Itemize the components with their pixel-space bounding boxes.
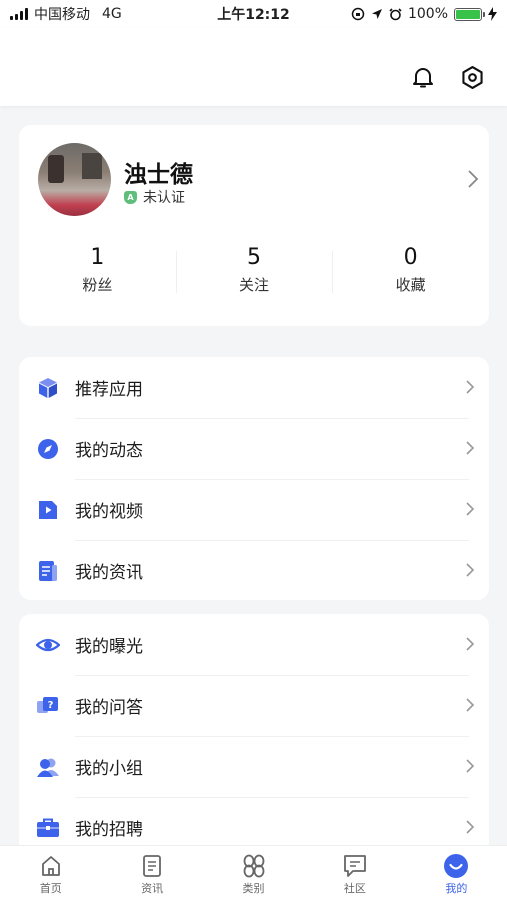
alarm-icon — [389, 7, 402, 20]
chevron-right-icon — [466, 637, 475, 651]
chat-icon — [342, 853, 368, 879]
menu-item-my-groups[interactable]: 我的小组 — [19, 736, 489, 797]
home-icon — [38, 853, 64, 879]
stat-favorites[interactable]: 0 收藏 — [332, 245, 489, 295]
top-header — [0, 28, 507, 106]
menu-item-label: 我的视频 — [75, 502, 143, 522]
news-icon — [36, 559, 60, 583]
network-type: 4G — [102, 6, 122, 22]
tab-label: 社区 — [343, 882, 366, 895]
battery-percent: 100% — [407, 6, 448, 22]
menu-item-my-news[interactable]: 我的资讯 — [19, 540, 489, 601]
chevron-right-icon — [466, 563, 475, 577]
chevron-right-icon — [466, 698, 475, 712]
qa-icon: ? — [36, 694, 60, 718]
orientation-lock-icon — [351, 7, 365, 21]
video-icon — [36, 498, 60, 522]
menu-item-label: 我的曝光 — [75, 637, 143, 657]
menu-item-recommended-apps[interactable]: 推荐应用 — [19, 357, 489, 418]
tab-label: 类别 — [242, 882, 265, 895]
menu-group-2: 我的曝光 ? 我的问答 我的小组 我的招聘 — [19, 614, 489, 854]
tab-label: 资讯 — [141, 882, 164, 895]
charging-icon — [488, 7, 497, 21]
chevron-right-icon — [466, 759, 475, 773]
chevron-right-icon — [466, 441, 475, 455]
status-bar: 中国移动 4G 上午12:12 100% — [0, 0, 507, 28]
menu-item-my-posts[interactable]: 我的动态 — [19, 418, 489, 479]
profile-card[interactable]: 浊士德 A 未认证 1 粉丝 5 关注 0 收藏 — [19, 125, 489, 326]
chevron-right-icon — [466, 380, 475, 394]
menu-item-label: 我的招聘 — [75, 820, 143, 840]
stat-value: 0 — [403, 245, 418, 270]
user-name: 浊士德 — [124, 162, 193, 188]
tab-category[interactable]: 类别 — [203, 846, 304, 900]
verify-status-label: 未认证 — [143, 190, 185, 206]
avatar[interactable] — [38, 143, 111, 216]
verify-status: A 未认证 — [124, 187, 185, 207]
shield-icon: A — [124, 190, 137, 204]
stat-label: 粉丝 — [82, 276, 113, 294]
category-icon — [241, 853, 267, 879]
carrier-name: 中国移动 — [34, 7, 90, 23]
stat-value: 1 — [90, 245, 105, 270]
location-icon — [371, 9, 382, 19]
tab-news[interactable]: 资讯 — [101, 846, 202, 900]
svg-text:?: ? — [48, 700, 54, 711]
chevron-right-icon — [466, 502, 475, 516]
stat-value: 5 — [247, 245, 261, 270]
menu-item-my-exposure[interactable]: 我的曝光 — [19, 614, 489, 675]
tab-community[interactable]: 社区 — [304, 846, 405, 900]
cube-icon — [36, 376, 60, 400]
settings-icon[interactable] — [459, 64, 485, 90]
stat-label: 关注 — [239, 276, 270, 294]
signal-icon — [10, 8, 28, 20]
menu-item-label: 我的资讯 — [75, 563, 143, 583]
menu-item-my-qa[interactable]: ? 我的问答 — [19, 675, 489, 736]
menu-group-1: 推荐应用 我的动态 我的视频 我的资讯 — [19, 357, 489, 600]
tab-label: 我的 — [445, 882, 468, 895]
battery-icon — [454, 7, 485, 21]
bell-icon[interactable] — [410, 64, 436, 90]
menu-item-label: 我的问答 — [75, 698, 143, 718]
chevron-right-icon — [468, 170, 479, 188]
menu-item-my-videos[interactable]: 我的视频 — [19, 479, 489, 540]
status-time: 上午12:12 — [217, 7, 290, 23]
group-icon — [36, 755, 60, 779]
menu-item-label: 我的动态 — [75, 441, 143, 461]
briefcase-icon — [36, 816, 60, 840]
compass-icon — [36, 437, 60, 461]
menu-item-label: 我的小组 — [75, 759, 143, 779]
chevron-right-icon — [466, 820, 475, 834]
profile-icon — [443, 853, 469, 879]
stat-following[interactable]: 5 关注 — [175, 245, 333, 295]
profile-stats: 1 粉丝 5 关注 0 收藏 — [19, 245, 489, 295]
bottom-tab-bar: 首页 资讯 类别 社区 我的 — [0, 845, 507, 900]
tab-label: 首页 — [39, 882, 62, 895]
eye-icon — [36, 633, 60, 657]
menu-item-label: 推荐应用 — [75, 380, 143, 400]
document-icon — [139, 853, 165, 879]
tab-home[interactable]: 首页 — [0, 846, 101, 900]
stat-label: 收藏 — [395, 276, 426, 294]
tab-mine[interactable]: 我的 — [406, 846, 507, 900]
stat-fans[interactable]: 1 粉丝 — [19, 245, 176, 295]
